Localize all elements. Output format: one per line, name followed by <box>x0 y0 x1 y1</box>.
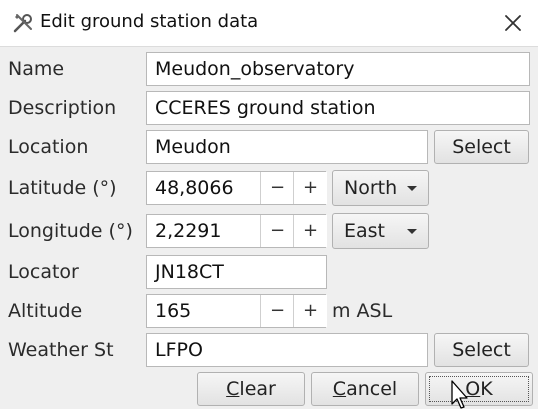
longitude-decrement-button[interactable]: − <box>260 215 294 247</box>
latitude-hemisphere-value: North <box>344 177 398 199</box>
cancel-label-rest: ancel <box>346 378 398 400</box>
latitude-spinbox[interactable]: 48,8066 − + <box>146 171 327 205</box>
latitude-increment-button[interactable]: + <box>293 172 327 204</box>
window-title: Edit ground station data <box>40 11 259 32</box>
chevron-down-icon <box>407 229 417 234</box>
longitude-increment-button[interactable]: + <box>293 215 327 247</box>
longitude-spinbox[interactable]: 2,2291 − + <box>146 214 327 248</box>
locator-field[interactable]: JN18CT <box>146 255 327 289</box>
longitude-hemisphere-value: East <box>344 220 385 242</box>
clear-label-rest: lear <box>239 378 276 400</box>
altitude-label: Altitude <box>8 300 83 322</box>
altitude-decrement-button[interactable]: − <box>260 295 294 327</box>
name-field[interactable]: Meudon_observatory <box>146 52 530 86</box>
clear-mnemonic: C <box>226 378 240 400</box>
altitude-value[interactable]: 165 <box>155 295 191 327</box>
weather-station-label: Weather St <box>8 339 114 361</box>
chevron-down-icon <box>407 186 417 191</box>
longitude-value[interactable]: 2,2291 <box>155 215 221 247</box>
cancel-button[interactable]: Cancel <box>311 372 419 406</box>
tools-icon <box>13 14 32 33</box>
name-label: Name <box>8 58 65 80</box>
altitude-spinbox[interactable]: 165 − + <box>146 294 327 328</box>
latitude-label: Latitude (°) <box>8 177 117 199</box>
description-field[interactable]: CCERES ground station <box>146 91 530 125</box>
location-label: Location <box>8 136 89 158</box>
ok-button[interactable]: OK <box>425 372 533 406</box>
mouse-cursor-icon <box>451 380 468 409</box>
latitude-decrement-button[interactable]: − <box>260 172 294 204</box>
longitude-hemisphere-dropdown[interactable]: East <box>332 213 429 249</box>
altitude-increment-button[interactable]: + <box>293 295 327 327</box>
clear-button[interactable]: Clear <box>197 372 305 406</box>
cancel-mnemonic: C <box>332 378 347 400</box>
altitude-unit: m ASL <box>332 300 393 322</box>
weather-station-field[interactable]: LFPO <box>146 333 428 367</box>
close-icon[interactable] <box>499 9 527 37</box>
title-bar: Edit ground station data <box>0 0 538 47</box>
weather-station-select-button[interactable]: Select <box>434 333 529 367</box>
locator-label: Locator <box>8 261 79 283</box>
description-label: Description <box>8 97 117 119</box>
latitude-hemisphere-dropdown[interactable]: North <box>332 170 429 206</box>
location-select-button[interactable]: Select <box>434 130 529 164</box>
ok-label-rest: K <box>480 378 493 400</box>
location-field[interactable]: Meudon <box>146 130 428 164</box>
latitude-value[interactable]: 48,8066 <box>155 172 234 204</box>
longitude-label: Longitude (°) <box>8 220 133 242</box>
